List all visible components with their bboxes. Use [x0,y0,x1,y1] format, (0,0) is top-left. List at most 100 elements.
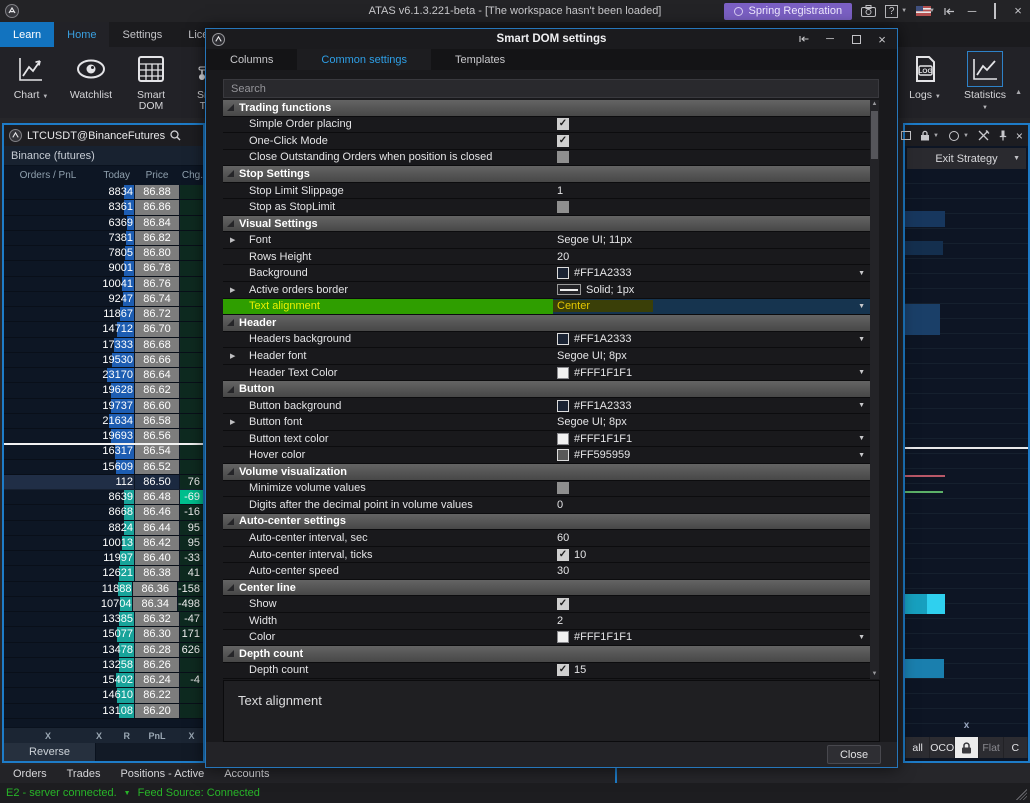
scroll-up-icon[interactable]: ▲ [870,100,879,109]
settings-section-stop-settings[interactable]: Stop Settings [223,166,871,183]
dom-orders-cell[interactable] [4,582,91,596]
dom-row[interactable]: 1973786.60 [4,399,203,414]
dom-row[interactable]: 1186786.72 [4,307,203,322]
dom-price-cell[interactable]: 86.66 [134,353,180,367]
dom-row[interactable]: 1310886.20 [4,704,203,719]
order-button-c[interactable]: C [1004,737,1027,758]
dom-orders-cell[interactable] [4,704,92,718]
dom-volume-cell[interactable]: 12621 [92,566,134,580]
dom-volume-cell[interactable]: 19693 [92,429,134,443]
dom-volume-cell[interactable]: 10041 [92,277,134,291]
dom-volume-cell[interactable]: 14712 [92,322,134,336]
dom-chg-cell[interactable] [180,688,203,702]
dom-chg-cell[interactable] [180,231,203,245]
dom-panel-header[interactable]: LTCUSDT@BinanceFutures [4,125,203,146]
dropdown-caret-icon[interactable]: ▼ [858,452,865,459]
dom-volume-cell[interactable]: 112 [92,475,134,489]
ribbon-tab-home[interactable]: Home [54,22,109,47]
tool-smart-dom[interactable]: SmartDOM [126,51,176,112]
dom-row[interactable]: 1325886.26 [4,658,203,673]
help-caret-icon[interactable]: ▼ [901,8,907,14]
dropdown-caret-icon[interactable]: ▼ [858,634,865,641]
lock-icon[interactable] [920,130,930,141]
dom-price-cell[interactable]: 86.46 [134,505,180,519]
dom-chg-cell[interactable] [180,658,203,672]
setting-value[interactable]: 60 [553,530,871,546]
dom-orders-cell[interactable] [4,216,92,230]
col-chg[interactable]: Chg. [180,170,203,181]
scroll-down-icon[interactable]: ▼ [870,670,879,679]
dom-price-cell[interactable]: 86.24 [134,673,180,687]
tools-icon[interactable] [978,130,990,141]
dom-volume-cell[interactable]: 15402 [92,673,134,687]
search-instrument-icon[interactable] [170,130,181,141]
dom-row[interactable]: 738186.82 [4,231,203,246]
setting-value[interactable]: ✓ [553,117,871,133]
dom-volume-cell[interactable]: 13385 [92,612,134,626]
dom-price-cell[interactable]: 86.54 [134,444,180,458]
setting-value[interactable]: #FF1A2333▼ [553,332,871,348]
bottom-tab-trades[interactable]: Trades [60,765,108,783]
dom-orders-cell[interactable] [4,353,92,367]
settings-row[interactable]: ▶Button fontSegoe UI; 8px [223,414,871,431]
dom-price-cell[interactable]: 86.72 [134,307,180,321]
settings-row[interactable]: Digits after the decimal point in volume… [223,497,871,514]
dom-row[interactable]: 924786.74 [4,292,203,307]
checkbox[interactable]: ✓ [557,598,569,610]
dom-row[interactable]: 1004186.76 [4,277,203,292]
dom-volume-cell[interactable]: 8824 [92,521,134,535]
dom-chg-cell[interactable] [180,414,203,428]
settings-row[interactable]: Depth count✓15 [223,663,871,679]
dom-chg-cell[interactable]: -158 [178,582,203,596]
dom-price-cell[interactable]: 86.74 [134,292,180,306]
checkbox[interactable]: ✓ [557,549,569,561]
dom-volume-cell[interactable]: 8668 [92,505,134,519]
setting-value[interactable]: #FFF1F1F1▼ [553,431,871,447]
dom-volume-cell[interactable]: 7381 [92,231,134,245]
dom-price-cell[interactable]: 86.56 [134,429,180,443]
dom-chg-cell[interactable] [180,261,203,275]
dom-price-cell[interactable]: 86.38 [134,566,180,580]
dom-orders-cell[interactable] [4,261,92,275]
dom-orders-cell[interactable] [4,551,92,565]
settings-row[interactable]: Stop as StopLimit [223,199,871,216]
settings-row[interactable]: One-Click Mode✓ [223,133,871,150]
settings-row[interactable]: Close Outstanding Orders when position i… [223,150,871,167]
dom-orders-cell[interactable] [4,597,91,611]
expander-icon[interactable]: ▶ [230,352,235,360]
dom-chg-cell[interactable]: 171 [180,627,203,641]
order-button-flat[interactable]: Flat [979,737,1002,758]
dom-row[interactable]: 1461086.22 [4,688,203,703]
settings-row[interactable]: Color#FFF1F1F1▼ [223,630,871,647]
setting-value[interactable]: ✓10 [553,547,871,563]
setting-value[interactable]: ✓ [553,596,871,612]
dom-chg-cell[interactable] [180,368,203,382]
dom-orders-cell[interactable] [4,322,92,336]
dom-volume-cell[interactable]: 21634 [92,414,134,428]
dom-volume-cell[interactable]: 10013 [92,536,134,550]
dom-orders-cell[interactable] [4,688,92,702]
footer-r-button[interactable]: R [124,731,131,741]
expander-icon[interactable]: ▶ [230,236,235,244]
tool-statistics[interactable]: Statistics ▼ [960,51,1010,114]
setting-value[interactable]: ✓15 [553,663,871,679]
status-caret-icon[interactable]: ▼ [124,790,131,797]
dom-row[interactable]: 1953086.66 [4,353,203,368]
dom-price-cell[interactable]: 86.78 [134,261,180,275]
settings-row[interactable]: Width2 [223,613,871,630]
dialog-close-icon[interactable]: × [869,29,895,49]
setting-value[interactable]: 0 [553,497,871,513]
setting-value[interactable]: #FFF1F1F1▼ [553,365,871,381]
footer-pnl-button[interactable]: PnL [134,731,180,741]
setting-value[interactable]: ✓ [553,133,871,149]
dom-chg-cell[interactable]: 626 [180,643,203,657]
dom-volume-cell[interactable]: 10704 [91,597,133,611]
settings-section-center-line[interactable]: Center line [223,580,871,597]
dom-row[interactable]: 866886.46-16 [4,505,203,520]
dom-chg-cell[interactable]: -4 [180,673,203,687]
setting-value[interactable]: #FF1A2333▼ [553,398,871,414]
scroll-thumb[interactable] [871,111,878,159]
dom-volume-cell[interactable]: 19530 [92,353,134,367]
dom-chg-cell[interactable] [180,460,203,474]
expander-icon[interactable]: ▶ [230,286,235,294]
